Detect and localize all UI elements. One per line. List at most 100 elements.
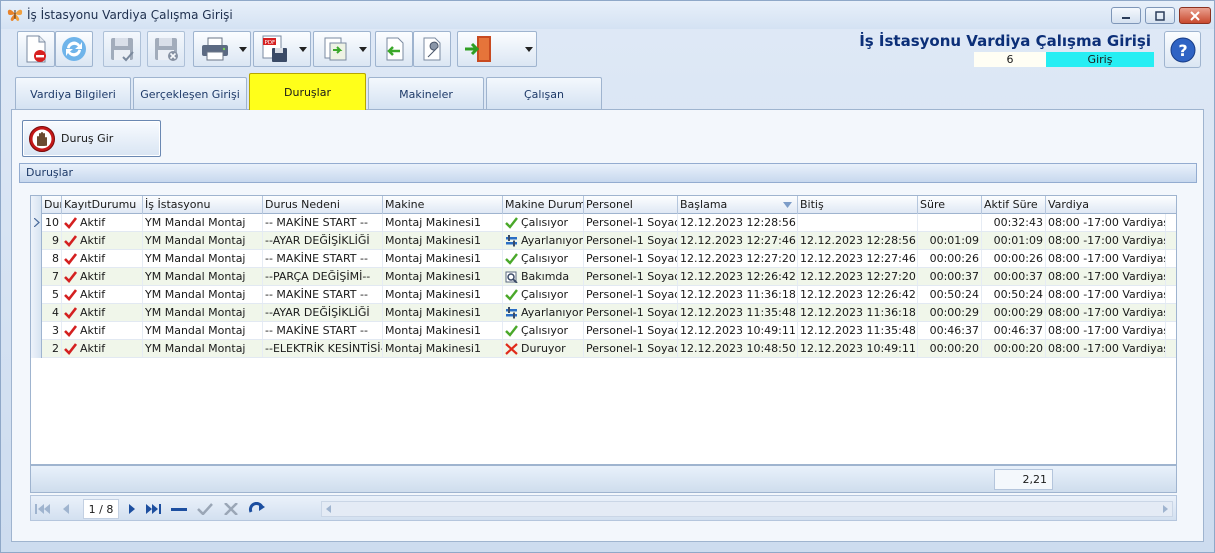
col-header-sure[interactable]: Süre (918, 196, 982, 214)
col-header-kayit-durumu[interactable]: KayıtDurumu (62, 196, 143, 214)
minimize-button[interactable] (1111, 7, 1141, 24)
cell-vardiya[interactable]: 08:00 -17:00 Vardiyası (1046, 304, 1166, 321)
cell-dur[interactable]: 10 (42, 214, 62, 231)
cell-durus-nedeni[interactable]: -- MAKİNE START -- (263, 322, 383, 339)
cell-sure[interactable]: 00:00:20 (918, 340, 982, 357)
cell-durus-nedeni[interactable]: -- MAKİNE START -- (263, 214, 383, 231)
cell-dur[interactable]: 2 (42, 340, 62, 357)
cell-kayit-durumu[interactable]: Aktif (62, 304, 143, 321)
cell-makine-durumu[interactable]: Çalısıyor (503, 250, 584, 267)
tab-vardiya-bilgileri[interactable]: Vardiya Bilgileri (15, 77, 131, 109)
cell-is-istasyonu[interactable]: YM Mandal Montaj (143, 322, 263, 339)
tab-calisan[interactable]: Çalışan (486, 77, 602, 109)
table-row[interactable]: 5 Aktif YM Mandal Montaj -- MAKİNE START --… (31, 286, 1176, 304)
cell-is-istasyonu[interactable]: YM Mandal Montaj (143, 340, 263, 357)
delete-row-button[interactable] (170, 501, 188, 517)
cell-kayit-durumu[interactable]: Aktif (62, 322, 143, 339)
tab-makineler[interactable]: Makineler (368, 77, 484, 109)
cell-aktif-sure[interactable]: 00:46:37 (982, 322, 1046, 339)
cell-baslama[interactable]: 12.12.2023 10:49:11 (678, 322, 798, 339)
cell-sure[interactable] (918, 214, 982, 231)
cell-vardiya[interactable]: 08:00 -17:00 Vardiyası (1046, 268, 1166, 285)
table-row[interactable]: 7 Aktif YM Mandal Montaj --PARÇA DEĞİŞİMİ--… (31, 268, 1176, 286)
cell-makine[interactable]: Montaj Makinesi1 (383, 214, 503, 231)
cell-is-istasyonu[interactable]: YM Mandal Montaj (143, 214, 263, 231)
cell-bitis[interactable]: 12.12.2023 12:26:42 (798, 286, 918, 303)
cell-aktif-sure[interactable]: 00:32:43 (982, 214, 1046, 231)
cell-kayit-durumu[interactable]: Aktif (62, 250, 143, 267)
cell-sure[interactable]: 00:46:37 (918, 322, 982, 339)
delete-record-button[interactable] (17, 31, 55, 67)
cell-vardiya[interactable]: 08:00 -17:00 Vardiyası (1046, 286, 1166, 303)
cell-aktif-sure[interactable]: 00:00:29 (982, 304, 1046, 321)
cancel-edit-button[interactable] (222, 501, 240, 517)
first-record-button[interactable] (34, 501, 52, 517)
tab-gerceklesen-girisi[interactable]: Gerçekleşen Girişi (133, 77, 247, 109)
cell-aktif-sure[interactable]: 00:00:26 (982, 250, 1046, 267)
cell-vardiya[interactable]: 08:00 -17:00 Vardiyası (1046, 214, 1166, 231)
cell-sure[interactable]: 00:00:37 (918, 268, 982, 285)
cell-bitis[interactable]: 12.12.2023 12:28:56 (798, 232, 918, 249)
cell-dur[interactable]: 8 (42, 250, 62, 267)
cell-personel[interactable]: Personel-1 Soyad (584, 214, 678, 231)
cell-makine[interactable]: Montaj Makinesi1 (383, 322, 503, 339)
row-indicator[interactable] (31, 268, 42, 286)
cell-dur[interactable]: 3 (42, 322, 62, 339)
cell-bitis[interactable]: 12.12.2023 12:27:20 (798, 268, 918, 285)
cell-aktif-sure[interactable]: 00:00:37 (982, 268, 1046, 285)
cell-baslama[interactable]: 12.12.2023 12:26:42 (678, 268, 798, 285)
cell-durus-nedeni[interactable]: --AYAR DEĞİŞİKLİĞİ (263, 304, 383, 321)
cell-makine-durumu[interactable]: Çalısıyor (503, 214, 584, 231)
next-record-button[interactable] (123, 501, 141, 517)
table-row[interactable]: 2 Aktif YM Mandal Montaj --ELEKTRİK KESİNTİ… (31, 340, 1176, 358)
cell-kayit-durumu[interactable]: Aktif (62, 340, 143, 357)
import-button[interactable] (375, 31, 413, 67)
cell-sure[interactable]: 00:00:29 (918, 304, 982, 321)
refresh-button[interactable] (55, 31, 93, 67)
cell-makine-durumu[interactable]: Duruyor (503, 340, 584, 357)
cell-kayit-durumu[interactable]: Aktif (62, 268, 143, 285)
cell-dur[interactable]: 4 (42, 304, 62, 321)
cell-baslama[interactable]: 12.12.2023 12:28:56 (678, 214, 798, 231)
cell-bitis[interactable]: 12.12.2023 11:36:18 (798, 304, 918, 321)
cell-dur[interactable]: 5 (42, 286, 62, 303)
cell-durus-nedeni[interactable]: -- MAKİNE START -- (263, 250, 383, 267)
col-header-aktif-sure[interactable]: Aktif Süre (982, 196, 1046, 214)
cell-makine[interactable]: Montaj Makinesi1 (383, 268, 503, 285)
cell-sure[interactable]: 00:00:26 (918, 250, 982, 267)
cell-durus-nedeni[interactable]: -- MAKİNE START -- (263, 286, 383, 303)
col-header-vardiya[interactable]: Vardiya (1046, 196, 1166, 214)
cell-kayit-durumu[interactable]: Aktif (62, 214, 143, 231)
col-header-baslama[interactable]: Başlama (678, 196, 798, 214)
cell-aktif-sure[interactable]: 00:01:09 (982, 232, 1046, 249)
cell-durus-nedeni[interactable]: --PARÇA DEĞİŞİMİ-- (263, 268, 383, 285)
row-indicator[interactable] (31, 214, 42, 232)
cell-makine-durumu[interactable]: Çalısıyor (503, 322, 584, 339)
row-indicator[interactable] (31, 232, 42, 250)
cell-personel[interactable]: Personel-1 Soyad (584, 286, 678, 303)
cell-baslama[interactable]: 12.12.2023 12:27:46 (678, 232, 798, 249)
row-indicator[interactable] (31, 286, 42, 304)
export-dropdown-button[interactable] (313, 31, 371, 67)
table-row[interactable]: 8 Aktif YM Mandal Montaj -- MAKİNE START --… (31, 250, 1176, 268)
row-indicator[interactable] (31, 304, 42, 322)
col-header-makine-durumu[interactable]: Makine Durumu (503, 196, 584, 214)
cell-kayit-durumu[interactable]: Aktif (62, 232, 143, 249)
confirm-edit-button[interactable] (196, 501, 214, 517)
help-button[interactable]: ? (1164, 31, 1201, 68)
cell-sure[interactable]: 00:50:24 (918, 286, 982, 303)
cell-personel[interactable]: Personel-1 Soyad (584, 340, 678, 357)
col-header-durus-nedeni[interactable]: Durus Nedeni (263, 196, 383, 214)
previous-record-button[interactable] (57, 501, 75, 517)
maximize-button[interactable] (1145, 7, 1175, 24)
cell-is-istasyonu[interactable]: YM Mandal Montaj (143, 304, 263, 321)
cell-dur[interactable]: 9 (42, 232, 62, 249)
cell-durus-nedeni[interactable]: --AYAR DEĞİŞİKLİĞİ (263, 232, 383, 249)
save-button[interactable] (103, 31, 141, 67)
pdf-export-dropdown-button[interactable]: PDF (253, 31, 311, 67)
cell-personel[interactable]: Personel-1 Soyad (584, 250, 678, 267)
col-header-dur[interactable]: Dur (42, 196, 62, 214)
cell-baslama[interactable]: 12.12.2023 11:35:48 (678, 304, 798, 321)
cell-baslama[interactable]: 12.12.2023 12:27:20 (678, 250, 798, 267)
cell-personel[interactable]: Personel-1 Soyad (584, 232, 678, 249)
